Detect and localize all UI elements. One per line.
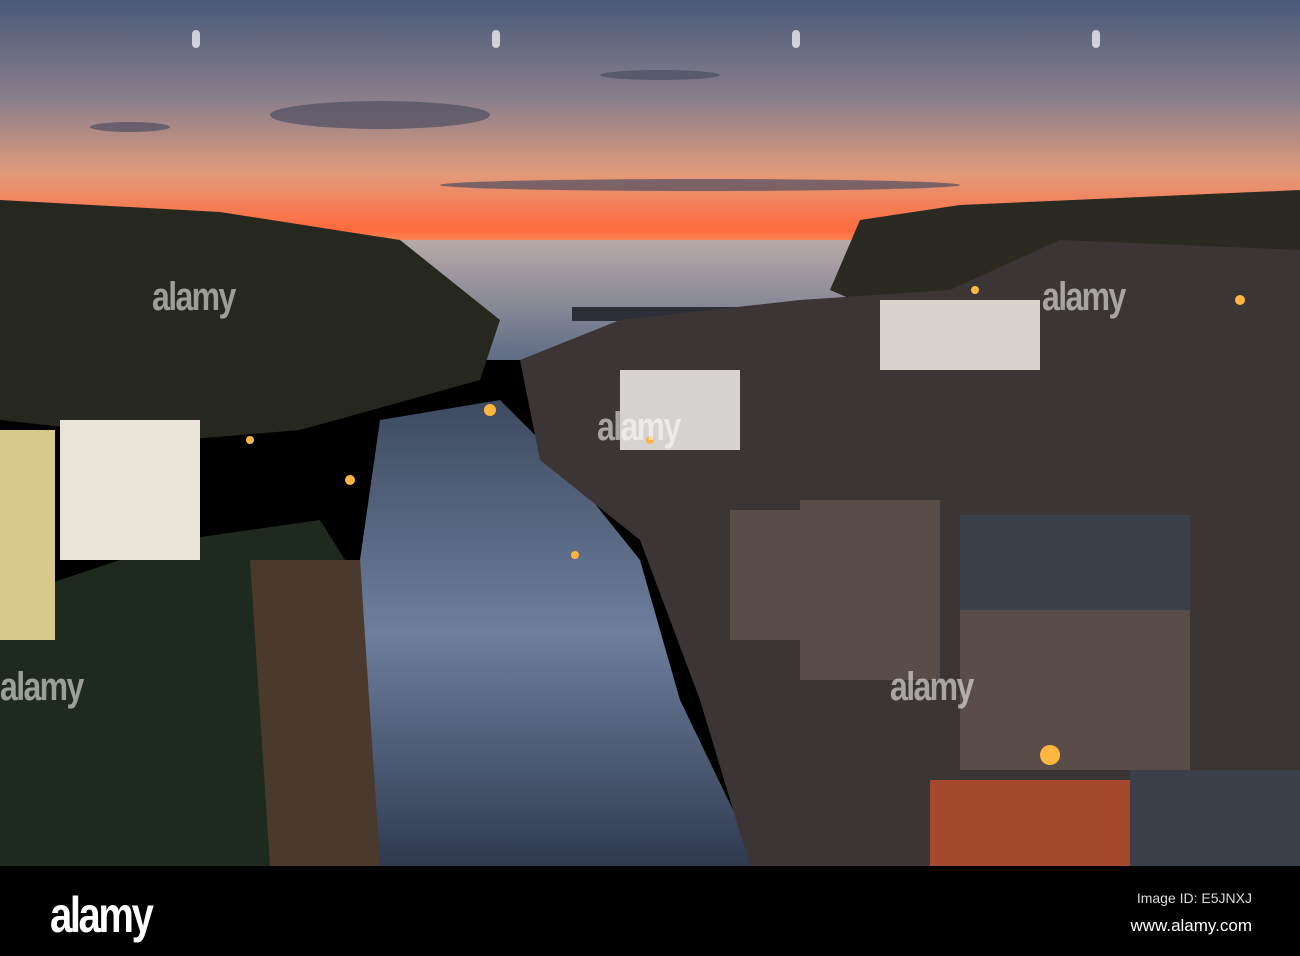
alamy-logo: alamy	[50, 887, 154, 943]
street-light	[246, 436, 254, 444]
roof	[930, 780, 1130, 866]
house	[60, 420, 200, 560]
watermark: alamy	[890, 665, 974, 709]
watermark: alamy	[152, 275, 236, 319]
footer-bar: alamy Image ID: E5JNXJ www.alamy.com	[0, 866, 1300, 956]
street-light	[1235, 295, 1245, 305]
house	[0, 430, 55, 640]
watermark: alamy	[1042, 275, 1126, 319]
roof	[960, 515, 1190, 610]
house	[800, 500, 940, 680]
street-light	[484, 404, 496, 416]
cloud	[270, 101, 490, 129]
street-light	[1040, 745, 1060, 765]
watermark-dot	[1092, 30, 1100, 48]
house	[880, 300, 1040, 370]
cliff-face	[250, 560, 380, 866]
street-light	[345, 475, 355, 485]
website-link[interactable]: www.alamy.com	[1130, 916, 1252, 936]
watermark-dot	[792, 30, 800, 48]
watermark: alamy	[0, 665, 84, 709]
image-id: Image ID: E5JNXJ	[1136, 890, 1252, 906]
stock-photo: alamy alamy alamy alamy alamy alamy Imag…	[0, 0, 1300, 956]
watermark-dot	[192, 30, 200, 48]
roof	[1130, 770, 1300, 866]
street-light	[571, 551, 579, 559]
cloud	[600, 70, 720, 80]
watermark: alamy	[597, 405, 681, 449]
street-light	[971, 286, 979, 294]
house	[730, 510, 810, 640]
cloud	[90, 122, 170, 132]
cloud	[440, 179, 960, 191]
watermark-dot	[492, 30, 500, 48]
